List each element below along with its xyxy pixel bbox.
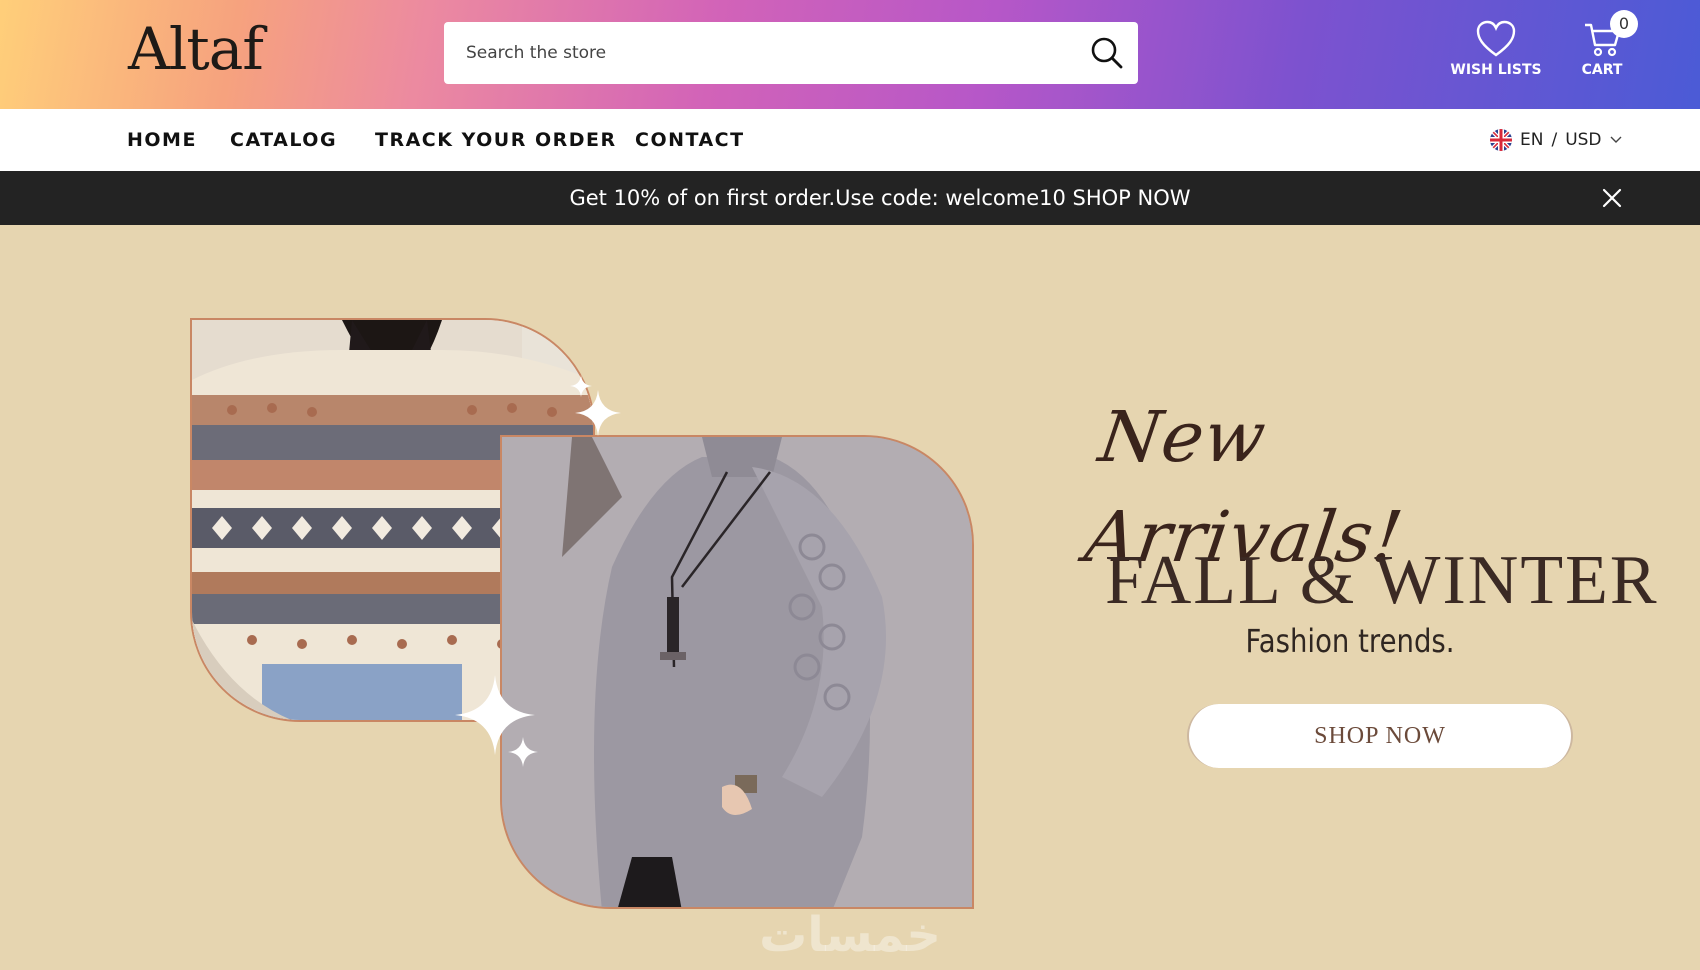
promo-bar: Get 10% of on first order.Use code: welc…	[0, 171, 1700, 225]
currency-label: USD	[1565, 130, 1602, 150]
sparkle-icon	[570, 375, 592, 397]
site-header: Altaf WISH LISTS 0 CART	[0, 0, 1700, 109]
watermark: خمسات	[759, 907, 941, 963]
wishlist-label: WISH LISTS	[1450, 62, 1542, 78]
hero-subtitle: Fashion trends.	[1245, 622, 1455, 660]
cart-button[interactable]: 0 CART	[1566, 10, 1638, 90]
search-input[interactable]	[466, 22, 1066, 84]
locale-separator: /	[1551, 130, 1558, 150]
nav-item-track-order[interactable]: TRACK YOUR ORDER	[375, 109, 617, 171]
cart-count-badge: 0	[1610, 10, 1638, 38]
uk-flag-icon	[1490, 129, 1512, 151]
heart-icon	[1476, 20, 1516, 57]
sparkle-icon	[508, 737, 538, 767]
nav-item-catalog[interactable]: CATALOG	[230, 109, 337, 171]
hero-title: FALL & WINTER	[1105, 542, 1659, 619]
dress-illustration	[502, 437, 972, 907]
cart-label: CART	[1581, 62, 1623, 78]
shop-now-button[interactable]: SHOP NOW	[1187, 704, 1573, 768]
nav-item-home[interactable]: HOME	[127, 109, 197, 171]
hero-banner: New Arrivals! FALL & WINTER Fashion tren…	[0, 225, 1700, 970]
store-logo[interactable]: Altaf	[128, 14, 264, 84]
promo-text[interactable]: Get 10% of on first order.Use code: welc…	[0, 171, 1700, 225]
close-icon[interactable]	[1600, 186, 1624, 210]
search-icon[interactable]	[1090, 36, 1124, 70]
new-arrivals-heading: New Arrivals!	[1080, 396, 1409, 578]
search-bar	[444, 22, 1138, 84]
language-label: EN	[1520, 130, 1544, 150]
wishlist-button[interactable]: WISH LISTS	[1450, 20, 1542, 90]
nav-item-contact[interactable]: CONTACT	[635, 109, 745, 171]
knit-dress-photo[interactable]	[500, 435, 974, 909]
main-navigation: HOME CATALOG TRACK YOUR ORDER CONTACT EN…	[0, 109, 1700, 171]
locale-selector[interactable]: EN / USD	[1490, 128, 1622, 152]
chevron-down-icon	[1610, 136, 1622, 143]
